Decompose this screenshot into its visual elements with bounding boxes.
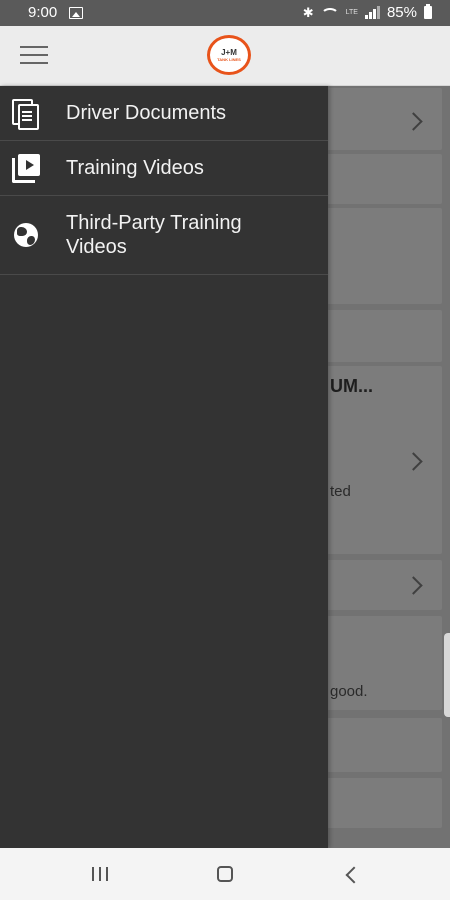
background-card bbox=[318, 208, 442, 304]
drawer-item-driver-documents[interactable]: Driver Documents bbox=[0, 86, 328, 141]
drawer-item-label: Training Videos bbox=[66, 157, 204, 179]
system-navigation-bar bbox=[0, 848, 450, 900]
video-library-icon bbox=[12, 154, 40, 183]
wifi-icon bbox=[320, 7, 339, 22]
recent-apps-icon[interactable] bbox=[92, 867, 108, 881]
status-bar: 9:00 ✱ LTE 85% bbox=[0, 0, 450, 26]
document-icon bbox=[12, 99, 40, 130]
background-partial-text: good. bbox=[330, 683, 368, 700]
background-card bbox=[318, 154, 442, 204]
drawer-item-training-videos[interactable]: Training Videos bbox=[0, 141, 328, 196]
globe-icon bbox=[12, 221, 40, 249]
image-notification-icon bbox=[69, 7, 83, 19]
background-card bbox=[318, 718, 442, 772]
battery-percent: 85% bbox=[386, 4, 417, 21]
background-partial-text: ted bbox=[330, 483, 351, 500]
signal-icon bbox=[364, 6, 380, 19]
logo-sub-text: TANK LINES bbox=[217, 56, 241, 62]
navigation-drawer: Driver Documents Training Videos Third-P… bbox=[0, 86, 328, 848]
drawer-item-label: Driver Documents bbox=[66, 102, 227, 124]
battery-icon bbox=[424, 4, 432, 19]
back-icon[interactable] bbox=[345, 866, 363, 884]
background-card bbox=[318, 778, 442, 828]
status-indicators: ✱ LTE 85% bbox=[303, 4, 432, 21]
edge-panel-handle[interactable] bbox=[444, 633, 450, 717]
logo-main-text: J+M bbox=[221, 47, 237, 57]
drawer-item-label: Third-Party Training Videos bbox=[66, 212, 242, 258]
bluetooth-icon: ✱ bbox=[302, 4, 314, 20]
background-card bbox=[318, 560, 442, 610]
background-card bbox=[318, 88, 442, 150]
company-logo: J+M TANK LINES bbox=[207, 35, 251, 75]
home-icon[interactable] bbox=[217, 866, 233, 882]
lte-label: LTE bbox=[345, 9, 358, 16]
drawer-item-third-party-training-videos[interactable]: Third-Party Training Videos bbox=[0, 196, 328, 275]
background-card bbox=[318, 310, 442, 362]
background-partial-title: UM... bbox=[330, 376, 373, 396]
menu-icon[interactable] bbox=[20, 43, 48, 67]
status-time: 9:00 bbox=[28, 4, 58, 21]
app-header: J+M TANK LINES bbox=[0, 26, 450, 86]
